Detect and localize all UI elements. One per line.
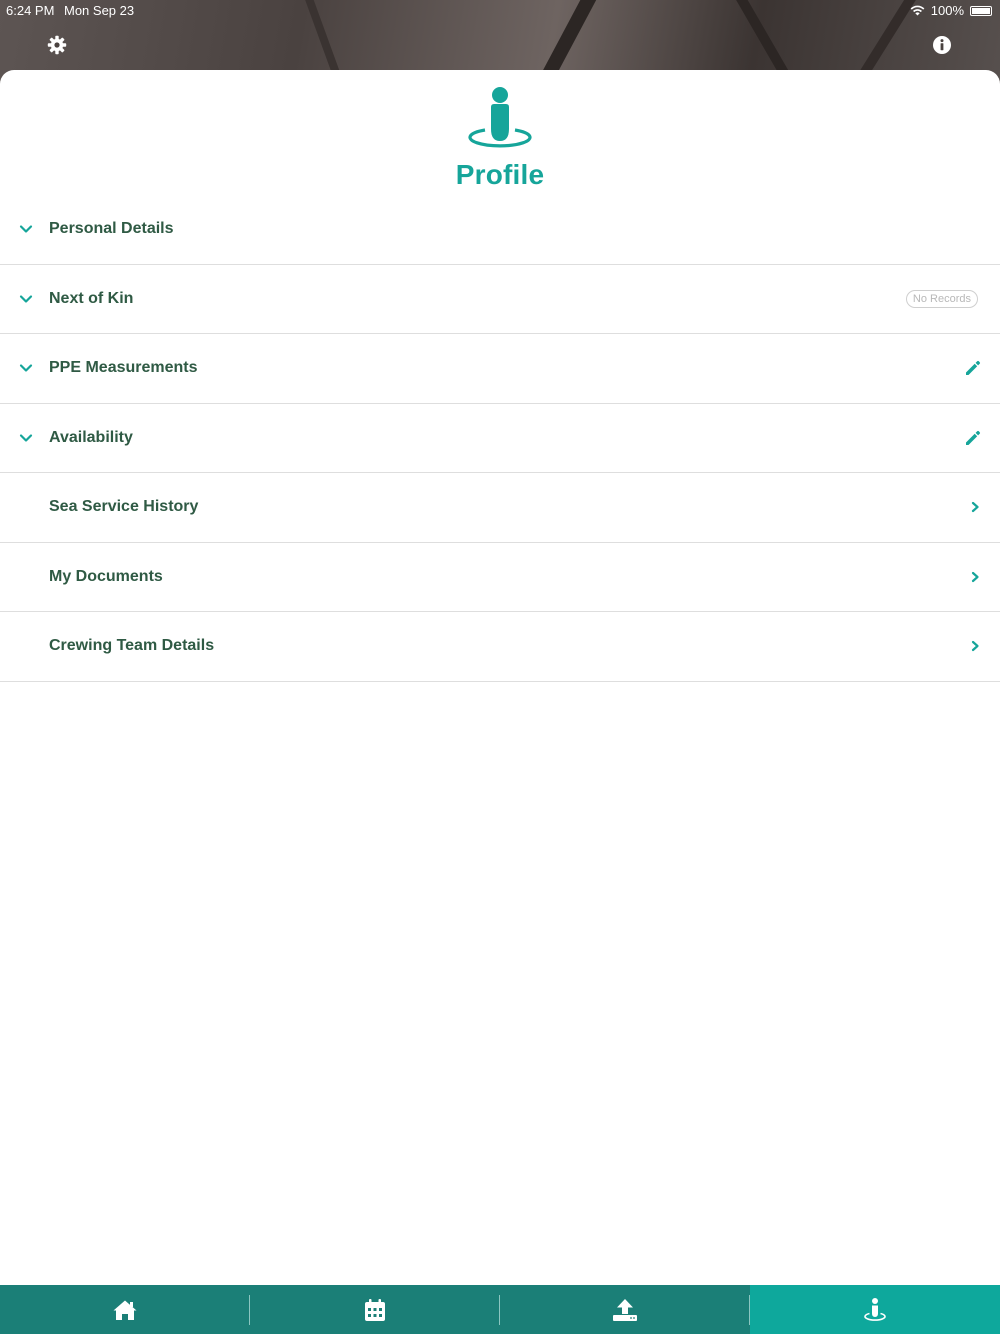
wifi-icon bbox=[910, 5, 925, 16]
chevron-right-icon bbox=[971, 571, 979, 582]
tab-upload[interactable] bbox=[500, 1285, 750, 1334]
section-my-documents[interactable]: My Documents bbox=[0, 543, 1000, 612]
section-label: My Documents bbox=[49, 567, 163, 585]
status-bar: 6:24 PM Mon Sep 23 100% bbox=[0, 0, 1000, 20]
person-on-ring-icon bbox=[468, 87, 532, 148]
section-label: PPE Measurements bbox=[49, 359, 198, 377]
chevron-right-icon bbox=[971, 502, 979, 513]
profile-sections-list: Personal Details Next of Kin No Records … bbox=[0, 195, 1000, 682]
page-title: Profile bbox=[455, 159, 545, 190]
section-availability[interactable]: Availability bbox=[0, 404, 1000, 473]
info-icon bbox=[933, 36, 951, 54]
profile-sheet: Profile Personal Details Next of Kin No … bbox=[0, 70, 1000, 1285]
edit-availability-button[interactable] bbox=[964, 429, 982, 447]
calendar-icon bbox=[365, 1298, 385, 1321]
bottom-tab-bar bbox=[0, 1285, 1000, 1334]
tab-calendar[interactable] bbox=[250, 1285, 500, 1334]
section-sea-service-history[interactable]: Sea Service History bbox=[0, 473, 1000, 543]
section-next-of-kin[interactable]: Next of Kin No Records bbox=[0, 265, 1000, 334]
info-button[interactable] bbox=[930, 33, 954, 57]
chevron-down-icon bbox=[19, 434, 33, 442]
section-right bbox=[968, 639, 982, 653]
battery-icon bbox=[970, 5, 992, 16]
status-date: Mon Sep 23 bbox=[64, 3, 135, 18]
section-right bbox=[968, 570, 982, 584]
section-ppe-measurements[interactable]: PPE Measurements bbox=[0, 334, 1000, 404]
section-label: Next of Kin bbox=[49, 289, 134, 307]
section-label: Availability bbox=[49, 428, 133, 446]
section-label: Personal Details bbox=[49, 220, 174, 238]
chevron-down-icon bbox=[19, 225, 33, 233]
home-icon bbox=[113, 1300, 137, 1320]
profile-header: Profile bbox=[0, 85, 1000, 191]
tab-home[interactable] bbox=[0, 1285, 250, 1334]
section-label: Crewing Team Details bbox=[49, 637, 215, 655]
section-personal-details[interactable]: Personal Details bbox=[0, 195, 1000, 265]
chevron-down-icon bbox=[19, 364, 33, 372]
chevron-down-icon bbox=[19, 295, 33, 303]
chevron-right-icon bbox=[971, 641, 979, 652]
pencil-icon bbox=[966, 430, 981, 445]
no-records-badge: No Records bbox=[905, 289, 978, 308]
section-right bbox=[968, 500, 982, 514]
section-right: No Records bbox=[905, 289, 982, 308]
edit-ppe-button[interactable] bbox=[964, 359, 982, 377]
pencil-icon bbox=[966, 361, 981, 376]
settings-button[interactable] bbox=[45, 33, 69, 57]
gear-icon bbox=[47, 35, 67, 55]
status-time: 6:24 PM bbox=[6, 3, 55, 18]
profile-icon bbox=[864, 1297, 886, 1321]
status-indicators: 100% bbox=[910, 3, 992, 18]
battery-percent: 100% bbox=[930, 3, 964, 18]
upload-icon bbox=[613, 1298, 637, 1321]
section-label: Sea Service History bbox=[49, 498, 199, 516]
tab-profile[interactable] bbox=[750, 1285, 1000, 1334]
section-crewing-team-details[interactable]: Crewing Team Details bbox=[0, 612, 1000, 682]
